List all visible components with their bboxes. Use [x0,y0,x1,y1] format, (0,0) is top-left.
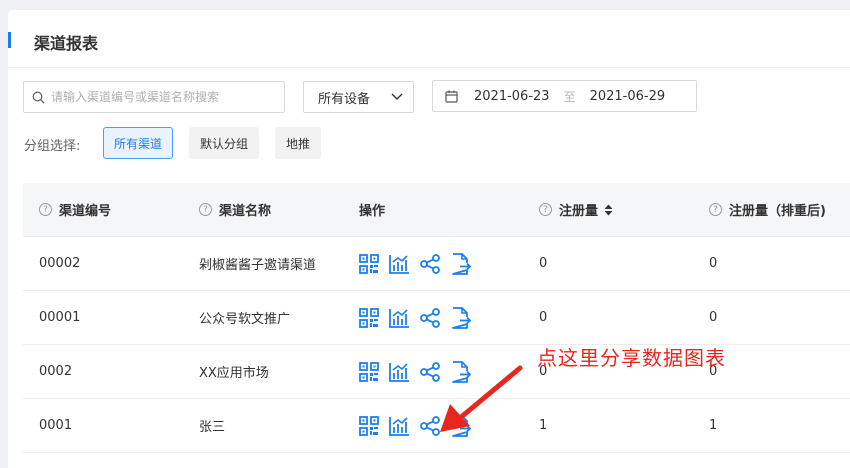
date-start[interactable]: 2021-06-23 [474,89,550,104]
share-icon[interactable] [420,361,441,382]
cell-name: 公众号软文推广 [199,312,291,327]
export-icon[interactable] [451,360,471,383]
cell-code: 00001 [39,310,81,325]
cell-ops [359,306,471,329]
group-label: 分组选择: [24,139,81,154]
cell-reg: 0 [539,256,548,271]
qrcode-icon[interactable] [359,253,379,274]
help-icon[interactable]: ? [539,203,552,216]
cell-reg-dedup: 0 [709,256,718,271]
calendar-icon [445,90,458,103]
cell-reg-dedup: 1 [709,418,718,433]
cell-ops [359,414,471,437]
table-header: ? 渠道编号 ? 渠道名称 操作 ? 注册量 ? 注册量（排重后) [23,183,850,237]
chart-icon[interactable] [389,254,410,274]
sort-icon[interactable] [604,204,613,216]
table-row: 00001 公众号软文推广 0 0 [23,291,850,345]
chart-icon[interactable] [389,416,410,436]
date-range-picker[interactable]: 2021-06-23 至 2021-06-29 [432,80,697,112]
chart-icon[interactable] [389,308,410,328]
cell-ops [359,252,471,275]
title-bar: 渠道报表 [8,10,850,68]
cell-name: 张三 [199,420,226,435]
header-code: ? 渠道编号 [39,200,111,219]
export-icon[interactable] [451,414,471,437]
group-chip-ground[interactable]: 地推 [275,127,321,159]
cell-reg-dedup: 0 [709,310,718,325]
cell-code: 00002 [39,256,81,271]
header-reg[interactable]: ? 注册量 [539,200,613,219]
header-ops: 操作 [359,204,386,219]
group-chip-default[interactable]: 默认分组 [189,127,259,159]
table-row: 00002 剁椒酱酱子邀请渠道 0 0 [23,237,850,291]
cell-name: 剁椒酱酱子邀请渠道 [199,258,317,273]
chart-icon[interactable] [389,362,410,382]
channel-table: ? 渠道编号 ? 渠道名称 操作 ? 注册量 ? 注册量（排重后) 00002 … [23,183,850,453]
device-select[interactable]: 所有设备 [303,81,414,113]
qrcode-icon[interactable] [359,361,379,382]
cell-ops [359,360,471,383]
chevron-down-icon [391,93,403,100]
export-icon[interactable] [451,252,471,275]
share-icon[interactable] [420,307,441,328]
export-icon[interactable] [451,306,471,329]
search-icon [32,91,45,103]
share-icon[interactable] [420,415,441,436]
table-row: 0001 张三 1 1 [23,399,850,453]
date-end[interactable]: 2021-06-29 [590,89,666,104]
search-box[interactable] [23,81,285,113]
help-icon[interactable]: ? [199,203,212,216]
header-name: ? 渠道名称 [199,200,271,219]
date-separator: 至 [563,89,576,104]
annotation-text: 点这里分享数据图表 [537,346,726,370]
cell-reg: 0 [539,310,548,325]
cell-code: 0001 [39,418,73,433]
header-reg-dedup: ? 注册量（排重后) [709,200,826,219]
qrcode-icon[interactable] [359,415,379,436]
qrcode-icon[interactable] [359,307,379,328]
share-icon[interactable] [420,253,441,274]
help-icon[interactable]: ? [709,203,722,216]
cell-code: 0002 [39,364,73,379]
title-accent [8,32,11,48]
cell-reg: 1 [539,418,548,433]
device-select-value: 所有设备 [318,91,371,107]
group-chip-all[interactable]: 所有渠道 [103,127,173,159]
cell-name: XX应用市场 [199,366,269,381]
search-input[interactable] [51,90,271,104]
page-title: 渠道报表 [34,34,99,53]
help-icon[interactable]: ? [39,203,52,216]
